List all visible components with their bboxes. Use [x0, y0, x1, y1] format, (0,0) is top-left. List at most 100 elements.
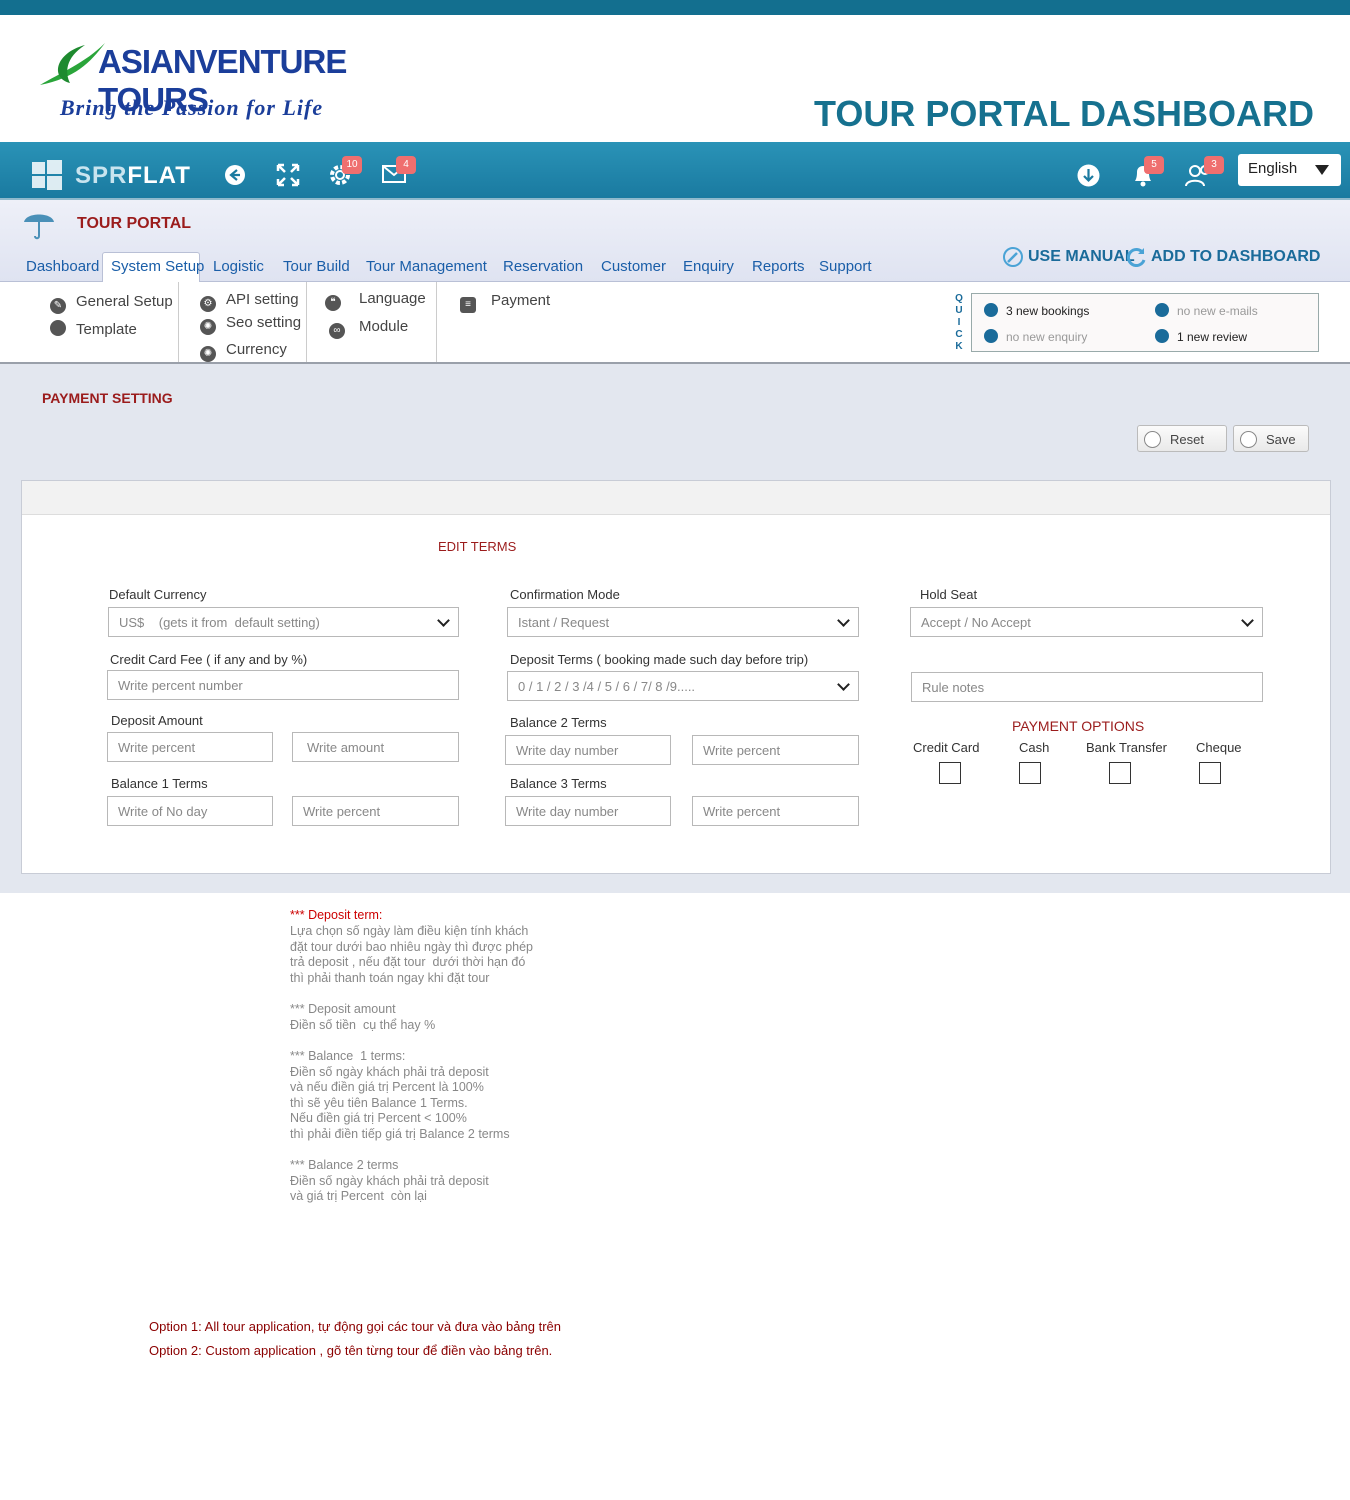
hold-seat-select[interactable]: Accept / No Accept [910, 607, 1263, 637]
brand-name[interactable]: SPRFLAT [75, 162, 191, 190]
balance-2-percent-input[interactable]: Write percent [692, 735, 859, 765]
tab-reservation[interactable]: Reservation [503, 258, 583, 275]
option-label-bank-transfer: Bank Transfer [1086, 740, 1167, 755]
payment-icon: ≡ [460, 297, 476, 313]
submenu-currency[interactable]: ✺ Currency [200, 341, 287, 362]
chevron-down-icon [837, 614, 850, 627]
submenu-label: Currency [226, 341, 287, 358]
wrench-icon: ✎ [50, 298, 66, 314]
fullscreen-icon[interactable] [276, 163, 300, 187]
payment-options-heading: PAYMENT OPTIONS [1012, 718, 1145, 734]
input-placeholder: Write day number [516, 743, 619, 758]
link-icon: ∞ [329, 323, 345, 339]
quick-new-enquiry[interactable]: no new enquiry [984, 329, 1087, 344]
quick-item-label: 1 new review [1177, 330, 1248, 344]
tab-tour-build[interactable]: Tour Build [283, 258, 350, 275]
credit-card-fee-label: Credit Card Fee ( if any and by %) [110, 652, 308, 667]
quick-letter: Q [955, 293, 963, 304]
use-manual-link[interactable]: USE MANUAL [1028, 248, 1135, 266]
api-icon: ⚙ [200, 296, 216, 312]
hold-seat-label: Hold Seat [920, 587, 978, 602]
tab-customer[interactable]: Customer [601, 258, 666, 275]
save-button[interactable]: Save [1233, 425, 1309, 452]
submenu-module[interactable]: ∞ Module [329, 318, 408, 339]
reset-button[interactable]: Reset [1137, 425, 1227, 452]
submenu-language[interactable]: ❝ Language [325, 290, 426, 311]
note-option-1: Option 1: All tour application, tự động … [149, 1319, 561, 1334]
balance-3-percent-input[interactable]: Write percent [692, 796, 859, 826]
top-navbar: SPRFLAT 10 4 5 3 English [0, 142, 1350, 200]
balance-3-day-input[interactable]: Write day number [505, 796, 671, 826]
panel-header [22, 481, 1330, 515]
tab-system-setup[interactable]: System Setup [111, 258, 204, 275]
tab-support[interactable]: Support [819, 258, 872, 275]
deposit-terms-label: Deposit Terms ( booking made such day be… [510, 652, 809, 667]
confirmation-mode-select[interactable]: Istant / Request [507, 607, 859, 637]
submenu-divider [306, 282, 307, 362]
chevron-down-icon [837, 678, 850, 691]
input-placeholder: Write percent [703, 804, 781, 819]
bank-transfer-checkbox[interactable] [1109, 762, 1131, 784]
portal-title: TOUR PORTAL [77, 215, 192, 232]
note-deposit-term-title: *** Deposit term: [290, 908, 383, 922]
rule-notes-input[interactable]: Rule notes [911, 672, 1263, 702]
language-select[interactable]: English [1238, 154, 1341, 186]
balance-1-day-input[interactable]: Write of No day [107, 796, 273, 826]
tab-tour-management[interactable]: Tour Management [366, 258, 487, 275]
balance-2-terms-label: Balance 2 Terms [510, 715, 607, 730]
quick-item-label: no new enquiry [1006, 330, 1088, 344]
download-icon[interactable] [1076, 163, 1101, 188]
site-header: ASIANVENTURE TOURS Bring the Passion for… [0, 15, 1350, 142]
deposit-amount-label: Deposit Amount [111, 713, 203, 728]
submenu-seo-setting[interactable]: ✺ Seo setting [200, 314, 301, 335]
submenu-label: Language [359, 290, 426, 307]
submenu-general-setup[interactable]: ✎ General Setup [50, 293, 173, 314]
tab-logistic[interactable]: Logistic [213, 258, 264, 275]
submenu-label: API setting [226, 291, 299, 308]
input-placeholder: Write of No day [118, 804, 208, 819]
company-logo[interactable]: ASIANVENTURE TOURS Bring the Passion for… [30, 25, 410, 125]
submenu-template[interactable]: Template [50, 320, 137, 338]
submenu-payment[interactable]: ≡ Payment [460, 292, 550, 313]
input-placeholder: Write percent [703, 743, 781, 758]
submenu-label: Seo setting [226, 314, 302, 331]
submenu-label: Module [359, 318, 409, 335]
quick-letter: K [955, 341, 963, 352]
deposit-terms-select[interactable]: 0 / 1 / 2 / 3 /4 / 5 / 6 / 7/ 8 /9..... [507, 671, 859, 701]
submenu-api-setting[interactable]: ⚙ API setting [200, 291, 299, 312]
balance-1-percent-input[interactable]: Write percent [292, 796, 459, 826]
cheque-checkbox[interactable] [1199, 762, 1221, 784]
logo-tagline: Bring the Passion for Life [60, 95, 324, 120]
tab-dashboard[interactable]: Dashboard [26, 258, 99, 275]
save-label: Save [1266, 432, 1296, 447]
dropdown-triangle-icon [1315, 165, 1329, 175]
template-icon [50, 320, 66, 336]
deposit-amount-input[interactable]: Write amount [292, 732, 459, 762]
cart-icon [984, 303, 998, 317]
balance-2-day-input[interactable]: Write day number [505, 735, 671, 765]
quick-summary-box: 3 new bookings no new e-mails no new enq… [971, 293, 1319, 352]
users-badge: 3 [1204, 156, 1224, 174]
add-to-dashboard-link[interactable]: ADD TO DASHBOARD [1151, 248, 1320, 266]
radio-icon [1240, 431, 1257, 448]
cash-checkbox[interactable] [1019, 762, 1041, 784]
credit-card-checkbox[interactable] [939, 762, 961, 784]
default-currency-select[interactable]: US$ (gets it from default setting) [108, 607, 459, 637]
quick-new-emails[interactable]: no new e-mails [1155, 303, 1258, 318]
back-arrow-icon[interactable] [223, 163, 247, 187]
windows-logo-icon [32, 160, 62, 190]
currency-icon: ✺ [200, 346, 216, 362]
select-value: Istant / Request [518, 615, 610, 630]
quick-new-review[interactable]: 1 new review [1155, 329, 1247, 344]
language-value: English [1248, 160, 1298, 177]
tab-reports[interactable]: Reports [752, 258, 805, 275]
select-value: 0 / 1 / 2 / 3 /4 / 5 / 6 / 7/ 8 /9..... [518, 679, 696, 694]
confirmation-mode-label: Confirmation Mode [510, 587, 620, 602]
portal-bar: TOUR PORTAL Dashboard System Setup Logis… [0, 200, 1350, 283]
tab-enquiry[interactable]: Enquiry [683, 258, 734, 275]
quick-new-bookings[interactable]: 3 new bookings [984, 303, 1089, 318]
quick-item-label: 3 new bookings [1006, 304, 1090, 318]
credit-card-fee-input[interactable]: Write percent number [107, 670, 459, 700]
deposit-percent-input[interactable]: Write percent [107, 732, 273, 762]
select-value: US$ (gets it from default setting) [119, 615, 320, 630]
